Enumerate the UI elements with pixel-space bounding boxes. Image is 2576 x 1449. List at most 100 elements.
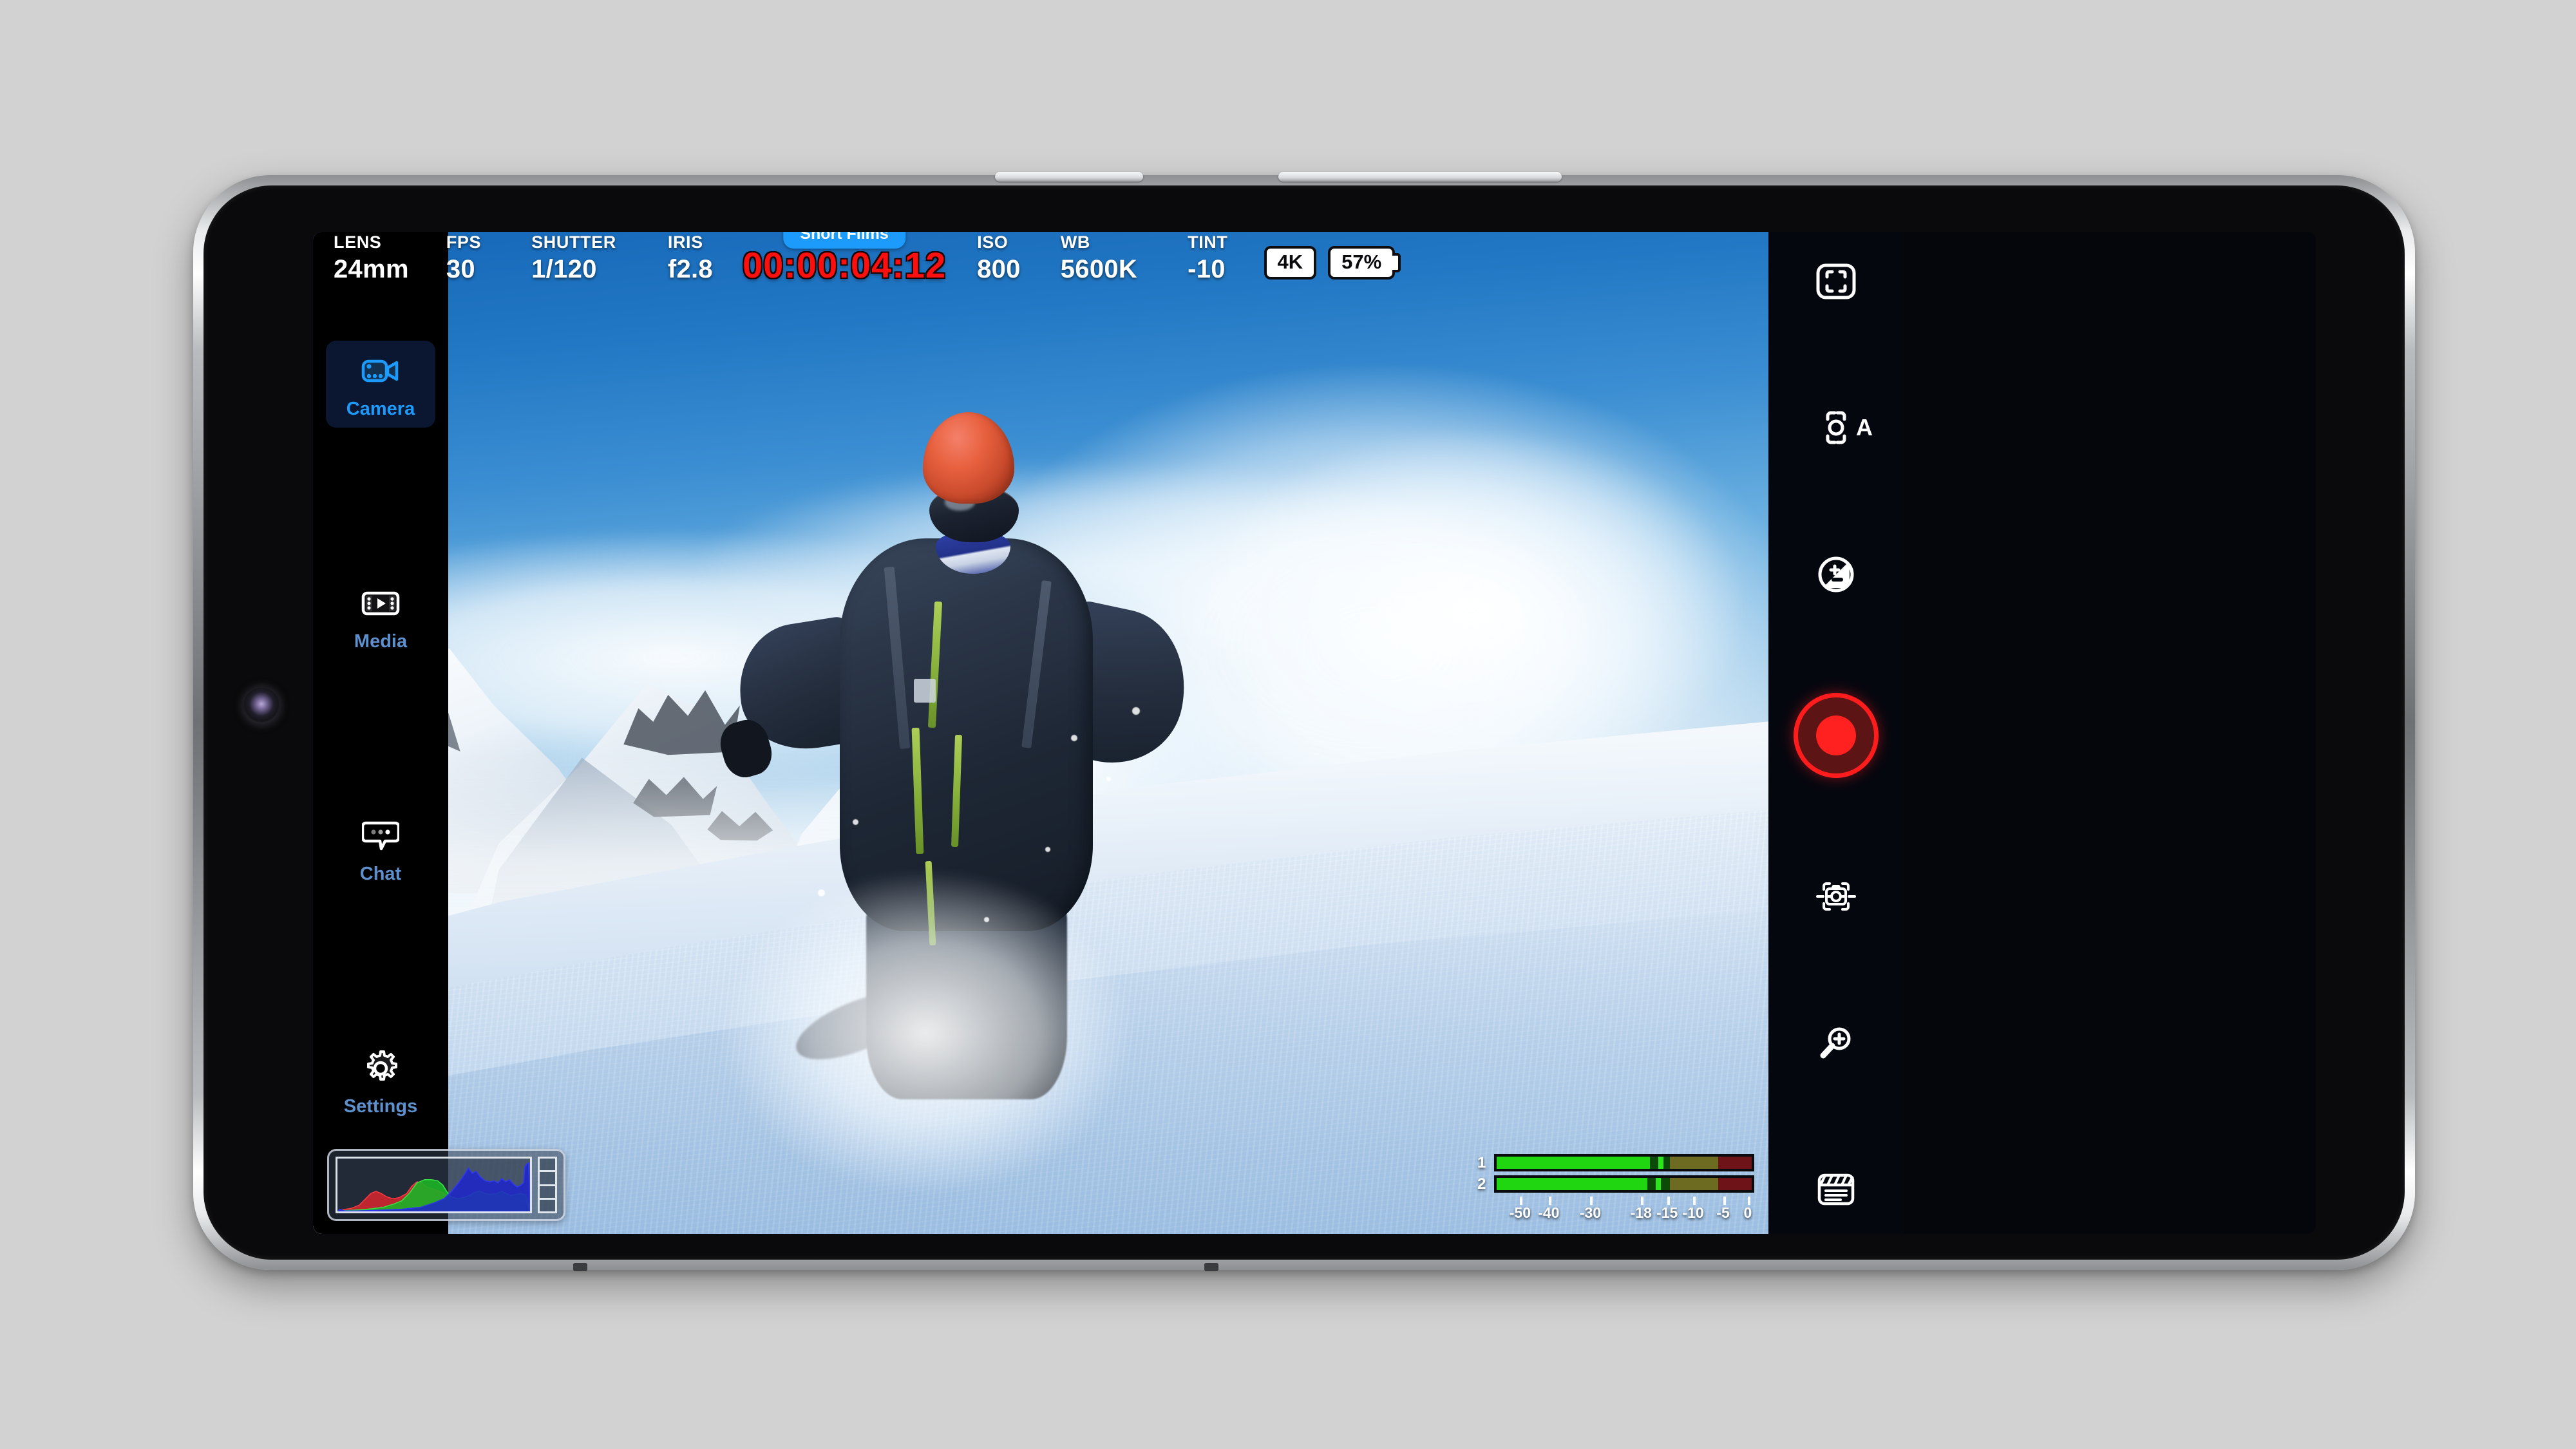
volume-button[interactable] — [1278, 172, 1562, 182]
record-indicator — [1816, 715, 1856, 755]
hud-fps[interactable]: FPS 30 — [446, 232, 482, 283]
speaker-grille-right — [1204, 1263, 1218, 1271]
autofocus-icon — [1826, 411, 1846, 444]
hud-iris-label: IRIS — [667, 232, 703, 252]
hud-status-chips: 4K 57% — [1264, 246, 1396, 282]
meter-tick — [1747, 1197, 1750, 1205]
meter-scale-label: -40 — [1538, 1204, 1560, 1222]
record-button[interactable] — [1794, 692, 1879, 778]
hud-timecode-group: Short Films 00:00:04:12 — [742, 232, 947, 286]
meter-segment-peak — [1656, 1178, 1662, 1190]
meter-tick — [1641, 1197, 1644, 1205]
hud-iso[interactable]: ISO 800 — [977, 232, 1021, 283]
meter-segment-peak — [1658, 1157, 1664, 1169]
histogram-scale-segment — [540, 1172, 555, 1186]
phone-device-frame: LENS 24mm FPS 30 SHUTTER 1/120 IRIS f2.8 — [193, 172, 2415, 1271]
meter-segment-green-unlit — [1647, 1178, 1656, 1190]
hud-lens-label: LENS — [334, 232, 382, 252]
phone-screen: LENS 24mm FPS 30 SHUTTER 1/120 IRIS f2.8 — [313, 232, 2316, 1234]
meter-scale-label: -50 — [1509, 1204, 1531, 1222]
hud-shutter[interactable]: SHUTTER 1/120 — [531, 234, 616, 283]
meter-tick — [1667, 1197, 1670, 1205]
audio-meter-row: 1 — [1477, 1154, 1754, 1171]
audio-meter-ticks — [1494, 1197, 1754, 1205]
exposure-compensation-button[interactable] — [1801, 547, 1871, 602]
meter-scale-label: -18 — [1630, 1204, 1652, 1222]
audio-channel-label: 1 — [1477, 1153, 1486, 1171]
rider-powder-spray — [696, 805, 1177, 1212]
resolution-chip[interactable]: 4K — [1264, 246, 1317, 279]
hud-iris[interactable]: IRIS f2.8 — [667, 232, 713, 283]
meter-scale-label: -10 — [1682, 1204, 1704, 1222]
hud-iso-value: 800 — [977, 255, 1021, 283]
power-button[interactable] — [995, 172, 1143, 182]
hud-fps-label: FPS — [446, 232, 482, 252]
recording-timecode: 00:00:04:12 — [742, 245, 947, 286]
camera-hud-top-bar: LENS 24mm FPS 30 SHUTTER 1/120 IRIS f2.8 — [313, 232, 1768, 286]
meter-tick — [1693, 1197, 1696, 1205]
meter-scale-label: 0 — [1743, 1204, 1752, 1222]
histogram-scale-segment — [540, 1200, 555, 1211]
nav-label-camera: Camera — [346, 399, 415, 419]
hud-iris-value: f2.8 — [667, 255, 713, 283]
snow-flake — [1106, 777, 1111, 782]
hud-fps-value: 30 — [446, 255, 475, 283]
histogram-scale-bar — [538, 1157, 557, 1213]
slate-button[interactable] — [1801, 1162, 1871, 1217]
histogram-scale-segment — [540, 1186, 555, 1200]
nav-item-settings[interactable]: Settings — [326, 1038, 435, 1125]
meter-scale-label: -30 — [1579, 1204, 1602, 1222]
nav-label-settings: Settings — [343, 1096, 418, 1117]
exposure-compensation-icon — [1818, 556, 1854, 592]
meter-segment-yellow — [1670, 1157, 1719, 1169]
nav-item-media[interactable]: Media — [326, 573, 435, 660]
app-navigation-sidebar: Camera Media Chat Settings — [313, 232, 448, 1234]
audio-meter-bar-ch1 — [1494, 1154, 1754, 1171]
meter-segment-red — [1718, 1178, 1752, 1190]
chest-buckle — [914, 678, 936, 703]
rgb-histogram-widget[interactable] — [327, 1149, 565, 1221]
magnifier-zoom-in-icon — [1820, 1027, 1851, 1059]
rider-helmet — [922, 412, 1015, 504]
meter-scale-label: -15 — [1656, 1204, 1678, 1222]
audio-meter-scale-labels: -50 -40 -30 -18 -15 -10 -5 0 — [1494, 1204, 1754, 1221]
clapperboard-icon — [1817, 1173, 1855, 1206]
autofocus-button[interactable]: A — [1801, 400, 1873, 455]
camera-viewfinder[interactable]: LENS 24mm FPS 30 SHUTTER 1/120 IRIS f2.8 — [313, 232, 1768, 1234]
camera-control-rail: A — [1768, 232, 1904, 1234]
hud-tint[interactable]: TINT -10 — [1188, 232, 1228, 283]
meter-tick — [1723, 1197, 1726, 1205]
frame-guides-button[interactable] — [1801, 254, 1871, 309]
battery-chip[interactable]: 57% — [1328, 246, 1396, 279]
hud-tint-value: -10 — [1188, 255, 1226, 283]
histogram-plot — [336, 1157, 532, 1213]
hud-wb-label: WB — [1060, 232, 1090, 252]
hud-white-balance[interactable]: WB 5600K — [1060, 232, 1138, 283]
nav-label-chat: Chat — [359, 864, 402, 884]
nav-item-camera[interactable]: Camera — [326, 341, 435, 428]
focus-assist-button[interactable] — [1801, 869, 1871, 924]
phone-bezel: LENS 24mm FPS 30 SHUTTER 1/120 IRIS f2.8 — [204, 185, 2405, 1260]
histogram-svg — [337, 1162, 530, 1211]
histogram-scale-segment — [540, 1159, 555, 1173]
zoom-in-button[interactable] — [1801, 1016, 1871, 1071]
audio-channel-label: 2 — [1477, 1175, 1486, 1193]
nav-label-media: Media — [354, 631, 408, 652]
hud-lens-value: 24mm — [334, 255, 409, 283]
meter-tick — [1590, 1197, 1593, 1205]
frame-guides-icon — [1816, 263, 1856, 299]
audio-level-meters[interactable]: 1 2 -50 -40 -30 -18 -15 -10 -5 0 — [1477, 1154, 1754, 1221]
gear-icon — [359, 1047, 402, 1090]
hud-iso-label: ISO — [977, 232, 1009, 252]
audio-meter-row: 2 — [1477, 1175, 1754, 1193]
hud-lens[interactable]: LENS 24mm — [334, 232, 409, 283]
project-name-badge[interactable]: Short Films — [783, 232, 905, 249]
front-camera-lens — [243, 688, 279, 724]
snow-flake — [818, 889, 826, 896]
snowboarder-subject — [696, 412, 1200, 1212]
hud-wb-value: 5600K — [1060, 255, 1138, 283]
meter-segment-yellow — [1670, 1178, 1719, 1190]
nav-item-chat[interactable]: Chat — [326, 806, 435, 893]
meter-segment-green-unlit — [1663, 1157, 1671, 1169]
hud-tint-label: TINT — [1188, 232, 1228, 252]
